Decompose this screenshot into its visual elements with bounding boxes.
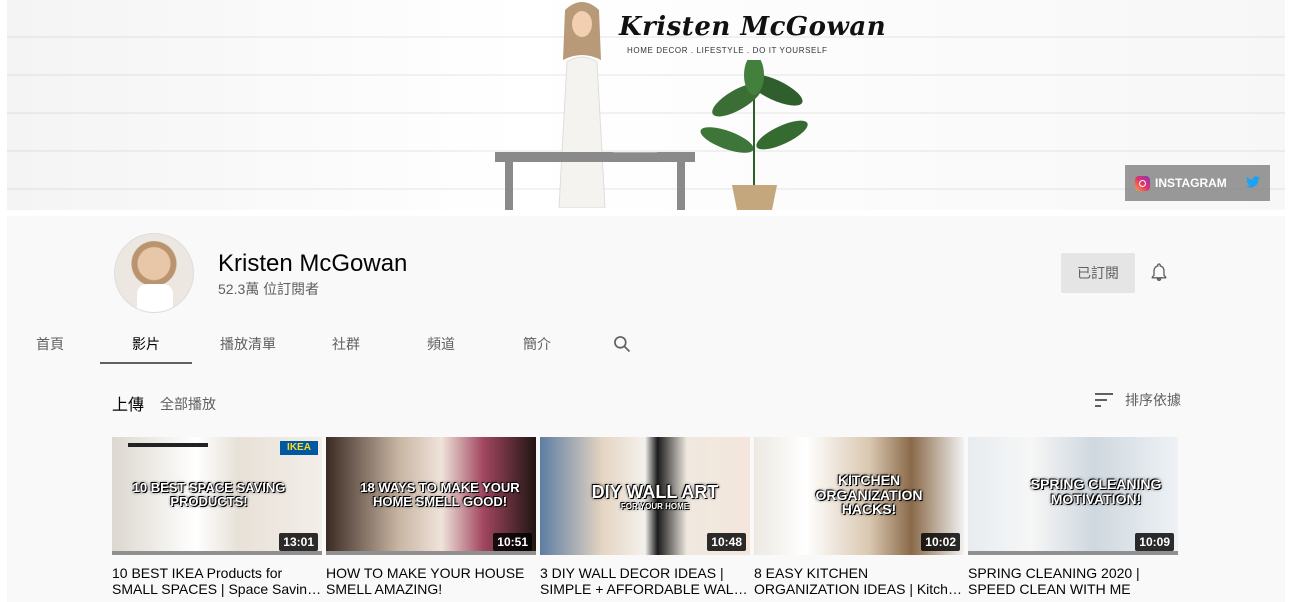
channel-avatar[interactable]	[114, 233, 194, 313]
video-duration: 10:02	[921, 533, 960, 551]
video-duration: 13:01	[279, 533, 318, 551]
sort-icon	[1095, 393, 1113, 407]
thumbnail-caption: SPRING CLEANING MOTIVATION!	[1030, 476, 1162, 507]
sort-by-button[interactable]: 排序依據	[1095, 390, 1181, 410]
video-item[interactable]: DIY WALL ART FOR YOUR HOME 10:48 3 DIY W…	[540, 437, 750, 597]
video-title[interactable]: 3 DIY WALL DECOR IDEAS | SIMPLE + AFFORD…	[540, 565, 750, 597]
video-duration: 10:48	[707, 533, 746, 551]
video-thumbnail[interactable]: IKEA 10 BEST SPACE SAVING PRODUCTS! 13:0…	[112, 437, 322, 555]
uploads-title: 上傳	[112, 395, 145, 414]
thumbnail-caption: DIY WALL ART	[591, 482, 719, 502]
video-thumbnail[interactable]: SPRING CLEANING MOTIVATION! 10:09	[968, 437, 1178, 555]
instagram-label: INSTAGRAM	[1155, 176, 1227, 190]
thumbnail-caption: 10 BEST SPACE SAVING PRODUCTS!	[132, 480, 286, 509]
video-title[interactable]: HOW TO MAKE YOUR HOUSE SMELL AMAZING!	[326, 565, 536, 597]
video-thumbnail[interactable]: 18 WAYS TO MAKE YOUR HOME SMELL GOOD! 10…	[326, 437, 536, 555]
video-item[interactable]: KITCHEN ORGANIZATION HACKS! 10:02 8 EASY…	[754, 437, 964, 597]
watch-progress	[968, 551, 1178, 555]
tab-videos[interactable]: 影片	[100, 324, 192, 364]
instagram-link[interactable]: INSTAGRAM	[1135, 175, 1227, 191]
video-duration: 10:09	[1135, 533, 1174, 551]
tab-about[interactable]: 簡介	[494, 324, 580, 364]
tab-playlists[interactable]: 播放清單	[192, 324, 304, 364]
videos-section: 上傳 全部播放 排序依據 IKEA 10 BEST SPACE SAVING P…	[7, 364, 1285, 602]
tab-channels[interactable]: 頻道	[388, 324, 494, 364]
thumbnail-subcaption: FOR YOUR HOME	[620, 502, 690, 511]
tab-about-label: 簡介	[523, 337, 551, 353]
thumb-rail	[128, 443, 208, 447]
social-links: INSTAGRAM	[1125, 165, 1270, 201]
channel-header: Kristen McGowan 52.3萬 位訂閱者 已訂閱 首頁 影片 播放清…	[7, 216, 1285, 364]
channel-name: Kristen McGowan	[218, 250, 408, 277]
video-item[interactable]: SPRING CLEANING MOTIVATION! 10:09 SPRING…	[968, 437, 1178, 597]
tab-home-label: 首頁	[36, 337, 64, 353]
tab-community[interactable]: 社群	[304, 324, 388, 364]
subscriber-count: 52.3萬 位訂閱者	[218, 281, 320, 297]
video-duration: 10:51	[493, 533, 532, 551]
video-title[interactable]: 8 EASY KITCHEN ORGANIZATION IDEAS | Kitc…	[754, 565, 964, 597]
instagram-icon	[1135, 175, 1150, 191]
banner-subtitle: HOME DECOR . LIFESTYLE . DO IT YOURSELF	[627, 46, 828, 55]
video-item[interactable]: IKEA 10 BEST SPACE SAVING PRODUCTS! 13:0…	[112, 437, 322, 597]
banner-title: Kristen McGowan	[619, 12, 887, 42]
tab-playlists-label: 播放清單	[220, 337, 276, 353]
channel-banner: Kristen McGowan HOME DECOR . LIFESTYLE .…	[7, 0, 1285, 210]
channel-search-button[interactable]	[592, 324, 652, 364]
twitter-icon[interactable]	[1246, 175, 1260, 191]
banner-bench-image	[495, 152, 695, 210]
video-thumbnail[interactable]: DIY WALL ART FOR YOUR HOME 10:48	[540, 437, 750, 555]
video-thumbnail[interactable]: KITCHEN ORGANIZATION HACKS! 10:02	[754, 437, 964, 555]
notification-bell-icon[interactable]	[1149, 262, 1169, 282]
video-title[interactable]: SPRING CLEANING 2020 | SPEED CLEAN WITH …	[968, 565, 1178, 597]
channel-tabs: 首頁 影片 播放清單 社群 頻道 簡介	[7, 324, 652, 364]
search-icon	[614, 336, 631, 353]
subscribed-button[interactable]: 已訂閱	[1061, 253, 1135, 293]
video-item[interactable]: 18 WAYS TO MAKE YOUR HOME SMELL GOOD! 10…	[326, 437, 536, 597]
sort-label: 排序依據	[1125, 393, 1181, 409]
tab-community-label: 社群	[332, 337, 360, 353]
watch-progress	[326, 551, 536, 555]
tab-videos-label: 影片	[132, 337, 160, 353]
play-all-link[interactable]: 全部播放	[160, 394, 216, 414]
banner-plant-image	[700, 60, 808, 210]
thumbnail-caption: 18 WAYS TO MAKE YOUR HOME SMELL GOOD!	[360, 480, 520, 509]
tab-channels-label: 頻道	[427, 337, 455, 353]
ikea-badge: IKEA	[280, 441, 318, 455]
thumbnail-caption: KITCHEN ORGANIZATION HACKS!	[815, 472, 923, 518]
tab-home[interactable]: 首頁	[7, 324, 93, 364]
watch-progress	[112, 551, 322, 555]
video-title[interactable]: 10 BEST IKEA Products for SMALL SPACES |…	[112, 565, 322, 597]
